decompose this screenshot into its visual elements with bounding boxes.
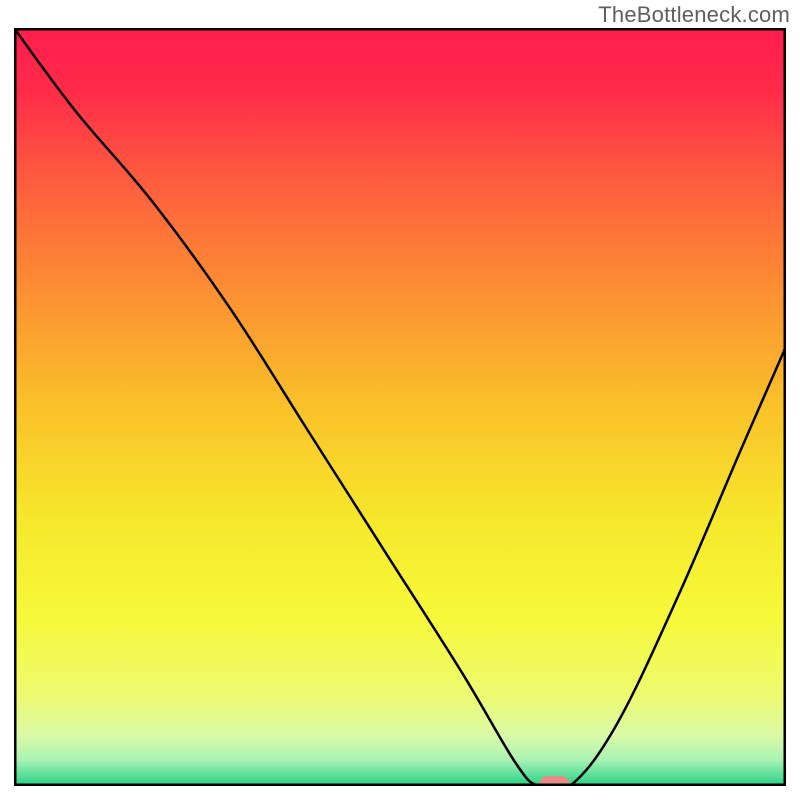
chart-container: TheBottleneck.com [0, 0, 800, 800]
gradient-background [14, 28, 786, 786]
chart-svg [14, 28, 786, 786]
watermark-text: TheBottleneck.com [598, 2, 790, 28]
plot-area [14, 28, 786, 786]
